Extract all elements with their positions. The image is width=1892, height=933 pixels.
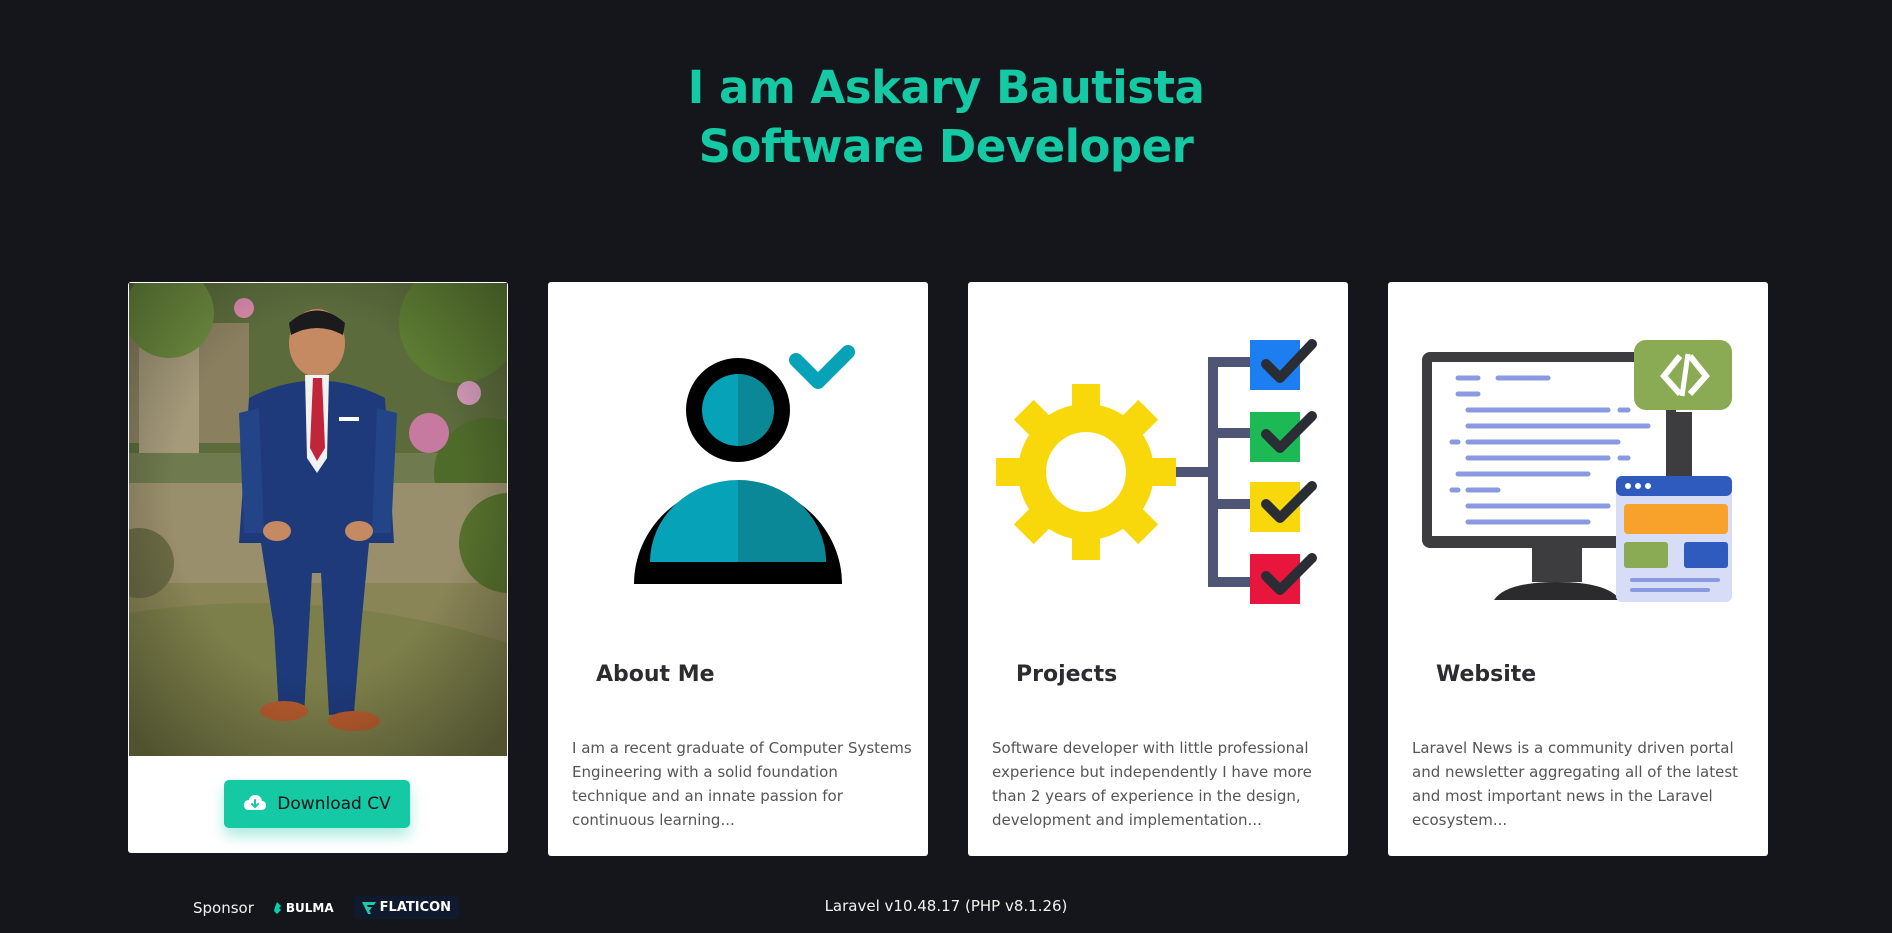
hero-role: Software Developer [698,120,1194,173]
download-cv-label: Download CV [277,794,391,814]
monitor-code-illustration [1388,282,1768,622]
user-check-illustration [548,282,928,622]
download-cv-button[interactable]: Download CV [224,780,410,828]
hero-heading: I am Askary Bautista Software Developer [0,58,1892,176]
profile-photo [129,283,507,756]
version-info: Laravel v10.48.17 (PHP v8.1.26) [824,897,1068,915]
hero-name: I am Askary Bautista [687,61,1205,114]
card-title: About Me [596,662,715,687]
cloud-download-icon [243,794,267,815]
card-title: Projects [1016,662,1118,687]
profile-card: Download CV [128,282,508,853]
projects-card[interactable]: Projects Software developer with little … [968,282,1348,856]
card-description: Laravel News is a community driven porta… [1412,739,1739,829]
card-description: Software developer with little professio… [992,739,1312,829]
card-description: I am a recent graduate of Computer Syste… [572,739,912,829]
website-card[interactable]: Website Laravel News is a community driv… [1388,282,1768,856]
gear-checklist-illustration [968,282,1348,622]
card-title: Website [1436,662,1537,687]
about-me-card[interactable]: About Me I am a recent graduate of Compu… [548,282,928,856]
